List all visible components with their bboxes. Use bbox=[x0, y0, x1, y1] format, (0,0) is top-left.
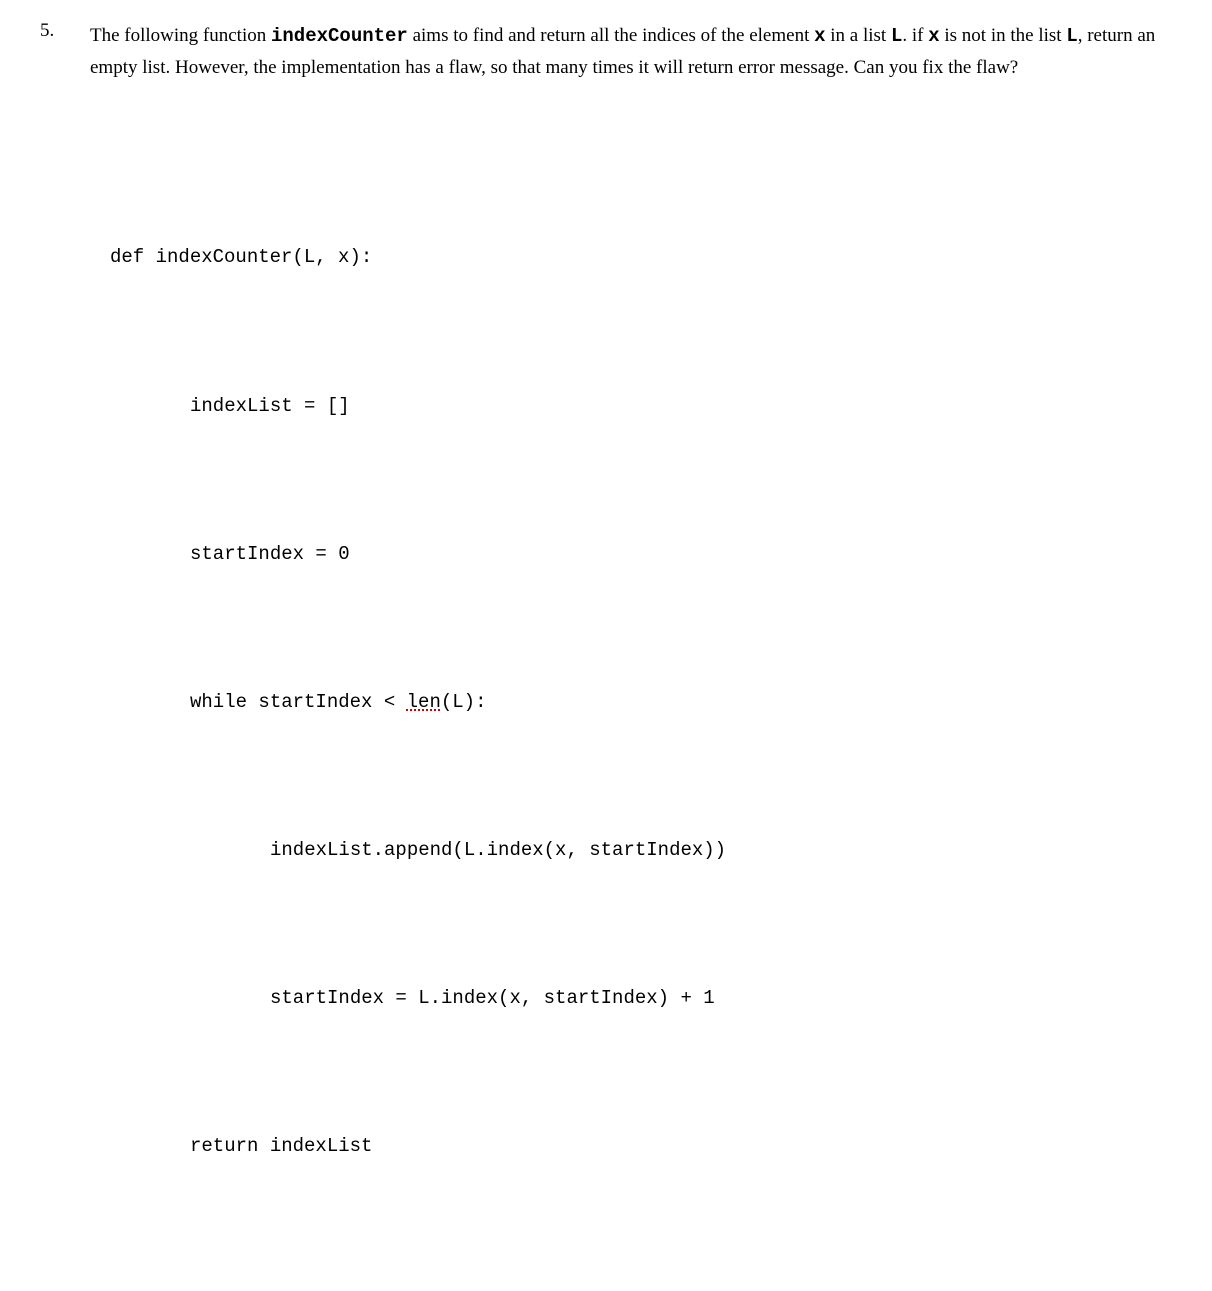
code-line-2: indexList = [] bbox=[110, 382, 1172, 431]
text-part-3: in a list bbox=[826, 25, 891, 46]
question-number: 5. bbox=[40, 20, 70, 1271]
code-block: def indexCounter(L, x): indexList = [] s… bbox=[110, 135, 1172, 1271]
question-content: The following function indexCounter aims… bbox=[90, 20, 1172, 1271]
question-block: 5. The following function indexCounter a… bbox=[40, 20, 1172, 1271]
text-part-4: . if bbox=[902, 25, 928, 46]
question-text: The following function indexCounter aims… bbox=[90, 20, 1172, 85]
code-line-3: startIndex = 0 bbox=[110, 530, 1172, 579]
text-part-2: aims to find and return all the indices … bbox=[408, 25, 814, 46]
text-part-5: is not in the list bbox=[940, 25, 1067, 46]
var-L-2: L bbox=[1066, 25, 1077, 47]
code-line-6: startIndex = L.index(x, startIndex) + 1 bbox=[110, 974, 1172, 1023]
var-L-1: L bbox=[891, 25, 902, 47]
var-x-1: x bbox=[814, 25, 825, 47]
text-part-1: The following function bbox=[90, 25, 271, 46]
var-x-2: x bbox=[928, 25, 939, 47]
code-line-7: return indexList bbox=[110, 1122, 1172, 1171]
code-line-1: def indexCounter(L, x): bbox=[110, 233, 1172, 282]
code-line-5: indexList.append(L.index(x, startIndex)) bbox=[110, 826, 1172, 875]
code-line-4: while startIndex < len(L): bbox=[110, 678, 1172, 727]
function-name: indexCounter bbox=[271, 25, 408, 47]
